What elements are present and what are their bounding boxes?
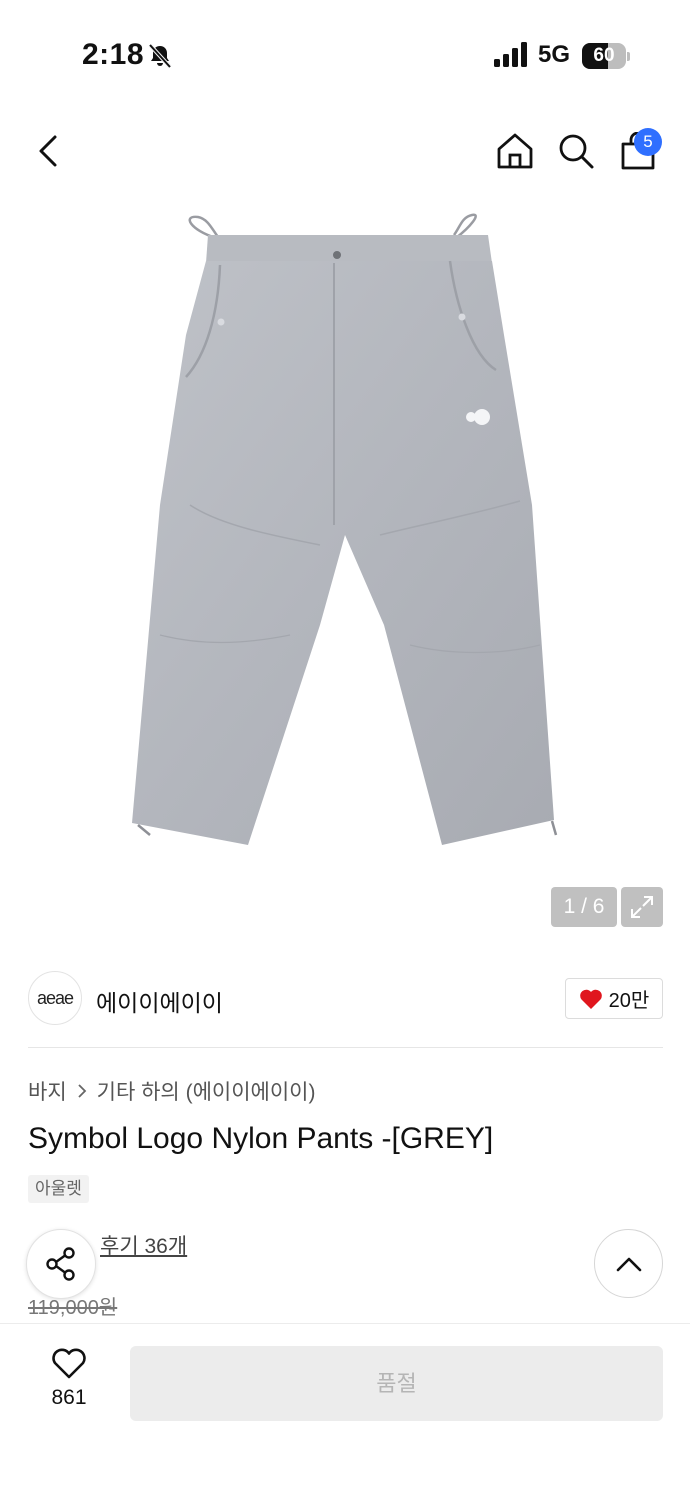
network-type: 5G: [538, 41, 571, 68]
heart-outline-icon: [52, 1348, 86, 1379]
expand-icon: [631, 896, 653, 918]
expand-button[interactable]: [621, 887, 663, 927]
product-title: Symbol Logo Nylon Pants -[GREY]: [28, 1122, 494, 1155]
brand-name[interactable]: 에이이에이이: [96, 984, 223, 1018]
sold-out-button[interactable]: 품절: [130, 1346, 663, 1421]
breadcrumb-item[interactable]: 기타 하의 (에이이에이이): [97, 1076, 316, 1106]
search-button[interactable]: [552, 127, 600, 175]
share-icon: [46, 1247, 75, 1281]
brand-like-count: 20만: [608, 990, 650, 1012]
signal-icon: [494, 42, 527, 67]
outlet-tag: 아울렛: [28, 1175, 89, 1203]
status-time: 2:18: [82, 38, 145, 71]
wishlist-count: 861: [51, 1386, 87, 1409]
heart-filled-icon: [579, 989, 602, 1009]
cart-count-badge: 5: [634, 128, 662, 156]
status-bar: 2:18 5G 60: [0, 0, 690, 110]
back-button[interactable]: [24, 127, 72, 175]
breadcrumb: 바지 기타 하의 (에이이에이이): [28, 1076, 316, 1106]
scroll-top-button[interactable]: [594, 1229, 663, 1298]
chevron-right-icon: [78, 1084, 86, 1098]
back-icon: [39, 135, 57, 167]
home-button[interactable]: [491, 127, 539, 175]
share-button[interactable]: [26, 1229, 96, 1299]
divider: [28, 1047, 663, 1048]
chevron-up-icon: [616, 1257, 641, 1271]
brand-logo[interactable]: aeae: [28, 971, 82, 1025]
review-link[interactable]: 후기 36개: [100, 1230, 187, 1260]
wishlist-button[interactable]: 861: [40, 1348, 98, 1418]
image-counter: 1 / 6: [551, 887, 617, 927]
battery-icon: 60: [582, 43, 630, 69]
battery-level: 60: [593, 45, 615, 66]
brand-like-button[interactable]: 20만: [565, 978, 663, 1019]
home-icon: [497, 133, 533, 169]
bell-off-icon: [148, 43, 172, 69]
breadcrumb-item[interactable]: 바지: [28, 1076, 67, 1106]
search-icon: [559, 134, 594, 169]
product-image[interactable]: [120, 205, 570, 855]
